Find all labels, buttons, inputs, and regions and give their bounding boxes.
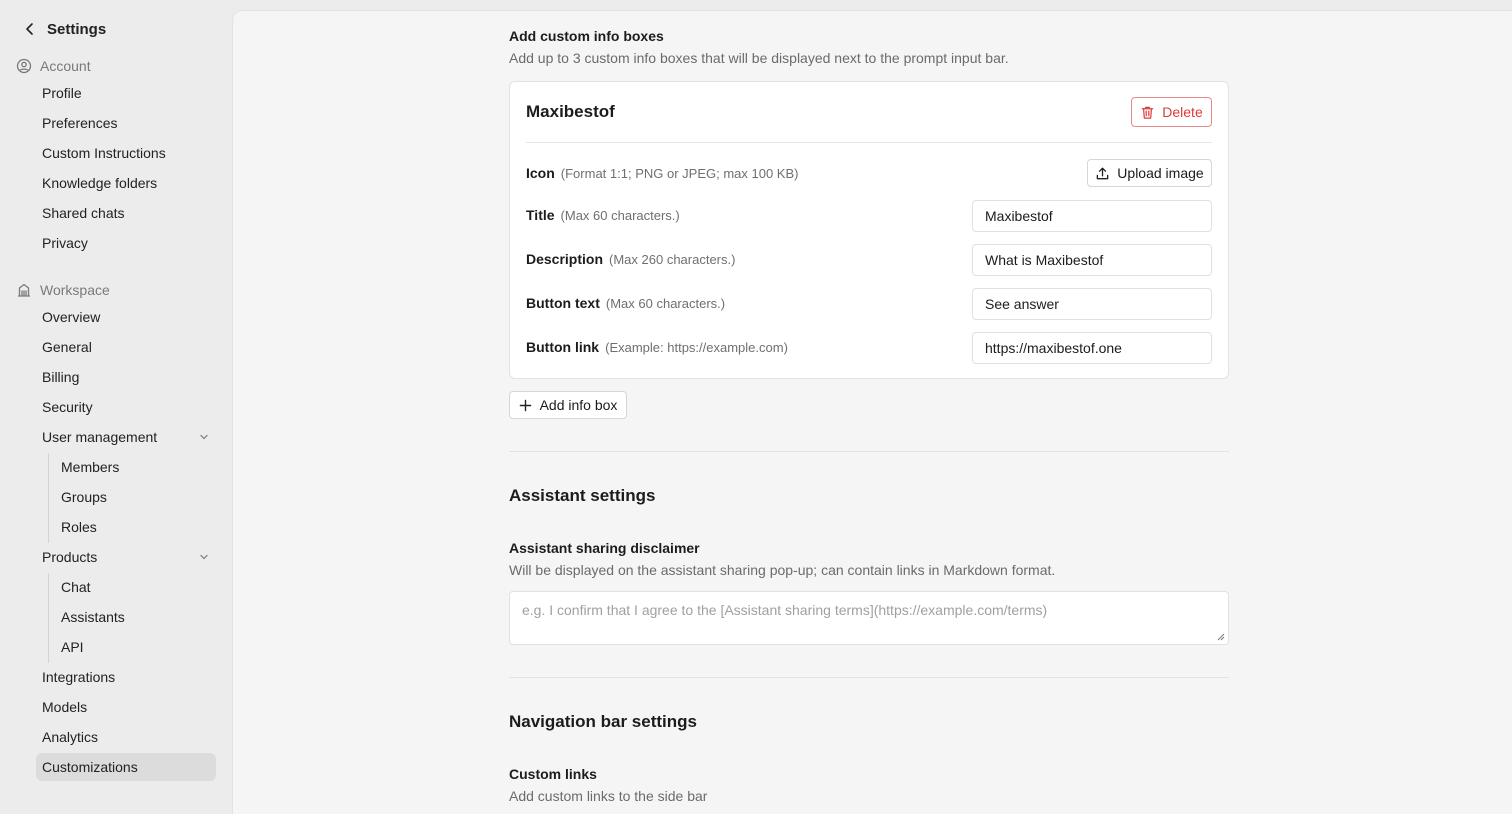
back-to-settings-button[interactable]: Settings [22,18,106,40]
workspace-section-header: Workspace [16,280,110,300]
description-input[interactable]: What is Maxibestof [972,244,1212,276]
description-field-hint: (Max 260 characters.) [609,252,736,267]
sidebar-item-general[interactable]: General [36,333,216,361]
sidebar-item-assistants[interactable]: Assistants [55,603,216,631]
sidebar-item-label: Products [42,549,98,565]
custom-links-description: Add custom links to the side bar [509,788,708,804]
disclaimer-placeholder: e.g. I confirm that I agree to the [Assi… [522,602,1048,618]
title-field-hint: (Max 60 characters.) [560,208,680,223]
button-text-field-hint: (Max 60 characters.) [605,296,726,311]
button-link-field-hint: (Example: https://example.com) [605,340,788,355]
upload-icon [1096,167,1109,179]
icon-field-hint: (Format 1:1; PNG or JPEG; max 100 KB) [560,166,799,181]
nav-settings-heading: Navigation bar settings [509,712,697,731]
trash-icon [1142,106,1154,119]
sidebar-item-models[interactable]: Models [36,693,216,721]
account-section-header: Account [16,56,91,76]
resize-handle-icon[interactable] [1217,633,1225,641]
sidebar-item-roles[interactable]: Roles [55,513,216,541]
sidebar-item-members[interactable]: Members [55,453,216,481]
settings-title: Settings [47,20,107,38]
sidebar-item-analytics[interactable]: Analytics [36,723,216,751]
account-section-label: Account [40,58,91,74]
sidebar-item-integrations[interactable]: Integrations [36,663,216,691]
sidebar-item-api[interactable]: API [55,633,216,661]
title-field-label: Title (Max 60 characters.) [526,207,680,223]
button-link-input[interactable]: https://maxibestof.one [972,332,1212,364]
delete-label: Delete [1162,104,1203,120]
section-divider [509,451,1229,452]
sidebar-item-label: User management [42,429,158,445]
disclaimer-textarea[interactable]: e.g. I confirm that I agree to the [Assi… [509,591,1229,645]
info-box-card: Maxibestof Delete Icon (Format 1:1; PNG o… [509,81,1229,379]
button-text-input[interactable]: See answer [972,288,1212,320]
add-info-box-label: Add info box [539,397,618,413]
info-boxes-heading: Add custom info boxes [509,28,664,44]
disclaimer-description: Will be displayed on the assistant shari… [509,562,1056,578]
sidebar-item-preferences[interactable]: Preferences [36,109,216,137]
sidebar-item-products[interactable]: Products [36,543,216,571]
chevron-down-icon [200,434,208,440]
section-divider [509,677,1229,678]
card-divider [526,142,1212,143]
button-link-field-label: Button link (Example: https://example.com… [526,339,788,355]
submenu-guide-line [48,453,49,543]
description-field-row: Description (Max 260 characters.) What is… [526,244,1212,276]
sidebar-item-overview[interactable]: Overview [36,303,216,331]
chevron-left-icon [26,23,33,35]
delete-info-box-button[interactable]: Delete [1131,97,1212,127]
upload-image-button[interactable]: Upload image [1087,159,1212,187]
sidebar-item-custom-instructions[interactable]: Custom Instructions [36,139,216,167]
building-icon [18,283,30,297]
submenu-guide-line [48,573,49,663]
sidebar-item-security[interactable]: Security [36,393,216,421]
user-circle-icon [16,58,32,74]
sidebar-item-profile[interactable]: Profile [36,79,216,107]
disclaimer-label: Assistant sharing disclaimer [509,540,700,556]
sidebar-item-shared-chats[interactable]: Shared chats [36,199,216,227]
info-box-title: Maxibestof [526,102,615,121]
add-info-box-button[interactable]: Add info box [509,391,627,419]
sidebar-item-groups[interactable]: Groups [55,483,216,511]
button-text-field-row: Button text (Max 60 characters.) See answ… [526,288,1212,320]
sidebar-item-knowledge-folders[interactable]: Knowledge folders [36,169,216,197]
sidebar-item-privacy[interactable]: Privacy [36,229,216,257]
icon-field-row: Icon (Format 1:1; PNG or JPEG; max 100 KB… [526,158,1212,190]
sidebar-item-billing[interactable]: Billing [36,363,216,391]
custom-links-label: Custom links [509,766,597,782]
assistant-settings-heading: Assistant settings [509,486,656,505]
description-field-label: Description (Max 260 characters.) [526,251,736,267]
workspace-section-label: Workspace [40,282,110,298]
title-input[interactable]: Maxibestof [972,200,1212,232]
button-text-field-label: Button text (Max 60 characters.) [526,295,726,311]
plus-icon [519,399,531,411]
chevron-down-icon [200,554,208,560]
title-field-row: Title (Max 60 characters.) Maxibestof [526,200,1212,232]
button-link-field-row: Button link (Example: https://example.com… [526,332,1212,364]
upload-label: Upload image [1117,165,1204,181]
info-boxes-description: Add up to 3 custom info boxes that will … [509,50,1009,66]
sidebar-item-chat[interactable]: Chat [55,573,216,601]
sidebar-item-customizations[interactable]: Customizations [36,753,216,781]
icon-field-label: Icon (Format 1:1; PNG or JPEG; max 100 KB… [526,165,799,181]
settings-sidebar: Settings Account Profile Preferences Cus… [0,0,232,814]
main-panel: Add custom info boxes Add up to 3 custom… [232,10,1512,814]
sidebar-item-user-management[interactable]: User management [36,423,216,451]
